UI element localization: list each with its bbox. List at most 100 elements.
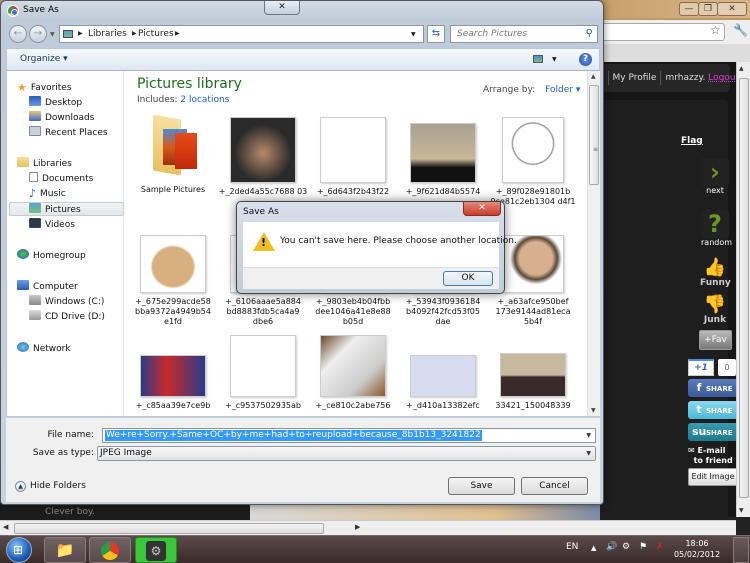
show-hidden-icons[interactable]: ▲	[591, 544, 596, 552]
file-tile[interactable]: +_675e299acde58 bba9372a4949b54 e1fd	[128, 235, 218, 327]
stumbleupon-share-button[interactable]: suSHARE	[688, 423, 736, 441]
browser-vertical-scrollbar[interactable]: ▲ ▼	[736, 62, 750, 517]
arrange-by-dropdown[interactable]: Folder ▾	[545, 85, 580, 95]
nav-pictures[interactable]: Pictures	[29, 203, 81, 215]
help-button[interactable]: ?	[579, 53, 592, 66]
file-name: +_2ded4a55c7688 03	[218, 187, 308, 196]
refresh-icon: ⇆	[431, 28, 441, 39]
hide-folders-button[interactable]: ▲ Hide Folders	[15, 481, 86, 492]
image-thumbnail	[140, 235, 206, 293]
file-tile[interactable]: +_2ded4a55c7688 03	[218, 117, 308, 197]
ok-button[interactable]: OK	[443, 271, 493, 286]
website-content: t My Profile mrhazzy. Logout Flag › next ?…	[600, 62, 739, 520]
taskbar-steam[interactable]: ⚙	[135, 537, 177, 563]
start-button[interactable]: ⊞	[6, 537, 32, 563]
nav-downloads[interactable]: Downloads	[29, 111, 94, 123]
breadcrumb-pictures[interactable]: Pictures	[138, 29, 174, 39]
file-name-dropdown-icon[interactable]: ▼	[586, 432, 591, 439]
browser-close-button[interactable]: ✕	[717, 2, 747, 16]
action-center-flag-icon[interactable]: ⚑	[639, 542, 647, 552]
file-tile[interactable]: +_c9537502935ab	[218, 335, 308, 411]
browser-horizontal-scrollbar[interactable]: ◀ ▶	[0, 520, 736, 535]
file-name: +_a63afce950bef 173e9144ad81eca 5b4f	[495, 297, 571, 326]
dialog-close-button[interactable]: ✕	[264, 1, 300, 15]
address-dropdown-icon[interactable]: ▼	[411, 31, 416, 38]
browser-toolbar: ☆ 🔧	[600, 20, 750, 44]
nav-music[interactable]: ♪ Music	[29, 187, 66, 200]
twitter-share-button[interactable]: t SHARE	[688, 401, 736, 419]
nav-computer[interactable]: Computer	[17, 280, 78, 292]
organize-button[interactable]: Organize ▾	[20, 54, 68, 64]
next-button[interactable]: › next	[701, 158, 729, 195]
search-input[interactable]: Search Pictures ⚲	[450, 25, 598, 43]
file-tile[interactable]: Sample Pictures	[128, 114, 218, 195]
alert-close-button[interactable]: ✕	[463, 202, 501, 216]
file-tile[interactable]: +_d410a13382efc	[398, 355, 488, 411]
junk-button[interactable]: 👎 Junk	[700, 295, 730, 326]
file-name: +_d410a13382efc	[406, 401, 480, 410]
taskbar-explorer[interactable]: 📁	[44, 537, 86, 563]
save-button[interactable]: Save	[448, 477, 515, 495]
clock[interactable]: 18:06 05/02/2012	[672, 538, 722, 560]
minimize-button[interactable]: —	[679, 2, 699, 16]
address-bar[interactable]: ▶ Libraries ▶ Pictures ▶ ▼	[59, 25, 424, 43]
nav-homegroup[interactable]: Homegroup	[17, 249, 86, 261]
warning-icon: !	[253, 232, 275, 251]
taskbar-chrome[interactable]	[89, 537, 131, 563]
file-tile[interactable]: +_89f028e91801b 9ce81c2eb1304 d4f1	[488, 117, 578, 207]
my-profile-link[interactable]: My Profile	[613, 73, 657, 83]
breadcrumb-libraries[interactable]: Libraries	[88, 29, 127, 39]
omnibox[interactable]	[600, 23, 725, 41]
forward-button[interactable]: →	[29, 25, 47, 43]
homegroup-icon	[17, 249, 29, 259]
steam-tray-icon[interactable]: ⚙	[622, 542, 630, 552]
edit-image-button[interactable]: Edit Image	[688, 468, 738, 486]
recent-places-icon	[29, 126, 41, 136]
save-type-select[interactable]: JPEG Image ▼	[97, 446, 596, 461]
nav-desktop[interactable]: Desktop	[29, 96, 82, 108]
file-tile[interactable]: +_9f621d84b5574	[398, 117, 488, 197]
file-tile[interactable]: +_6d643f2b43f22	[308, 117, 398, 197]
file-tile[interactable]: +_c85aa39e7ce9b	[128, 355, 218, 411]
wrench-menu-icon[interactable]: 🔧	[733, 23, 748, 37]
bookmark-star-icon[interactable]: ☆	[710, 23, 721, 37]
nav-windows-c[interactable]: Windows (C:)	[29, 295, 104, 307]
recent-pages-dropdown[interactable]: ▼	[50, 31, 55, 38]
documents-icon	[29, 172, 38, 182]
nav-documents[interactable]: Documents	[29, 172, 93, 184]
logout-link[interactable]: Logout	[708, 73, 739, 83]
maximize-button[interactable]: ❐	[698, 2, 718, 16]
random-button[interactable]: ? random	[701, 210, 732, 247]
facebook-share-button[interactable]: f SHARE	[688, 379, 736, 397]
back-arrow-icon: ←	[13, 28, 23, 39]
nav-libraries[interactable]: Libraries	[17, 157, 72, 169]
nav-videos[interactable]: Videos	[29, 218, 75, 230]
nav-favorites[interactable]: ★ Favorites	[17, 81, 72, 94]
image-thumbnail	[230, 335, 296, 397]
pictures-icon	[29, 203, 41, 213]
fav-button[interactable]: +Fav	[699, 330, 732, 350]
volume-icon[interactable]: 🔊	[606, 542, 617, 552]
locations-link[interactable]: 2 locations	[180, 95, 229, 105]
caption-strip: Clever boy.	[0, 505, 600, 520]
steam-icon: ⚙	[146, 540, 166, 561]
file-tile[interactable]: +_ce810c2abe756	[308, 335, 398, 411]
file-tile[interactable]: 33421_150048339	[488, 353, 578, 411]
file-name-input[interactable]: We+re+Sorry.+Same+OC+by+me+had+to+reuplo…	[102, 428, 596, 443]
flag-link[interactable]: Flag	[681, 136, 703, 146]
back-button[interactable]: ←	[9, 25, 27, 43]
change-view-icon[interactable]	[533, 55, 543, 63]
view-dropdown-icon[interactable]: ▼	[552, 56, 557, 63]
file-list-scrollbar[interactable]: ▲ ≡ ▼	[587, 71, 600, 416]
nav-recent-places[interactable]: Recent Places	[29, 126, 108, 138]
network-disconnected-icon[interactable]: ✗	[656, 542, 664, 552]
language-indicator[interactable]: EN	[566, 542, 578, 552]
refresh-button[interactable]: ⇆	[427, 25, 445, 43]
funny-button[interactable]: 👍 Funny	[700, 258, 731, 289]
email-friend-link[interactable]: ✉ E-mail to friend	[688, 446, 736, 466]
nav-network[interactable]: Network	[17, 342, 71, 354]
nav-cd-drive-d[interactable]: CD Drive (D:)	[29, 310, 105, 322]
show-desktop-button[interactable]	[733, 537, 749, 563]
google-plus-one-button[interactable]: +1	[688, 359, 714, 376]
cancel-button[interactable]: Cancel	[521, 477, 588, 495]
